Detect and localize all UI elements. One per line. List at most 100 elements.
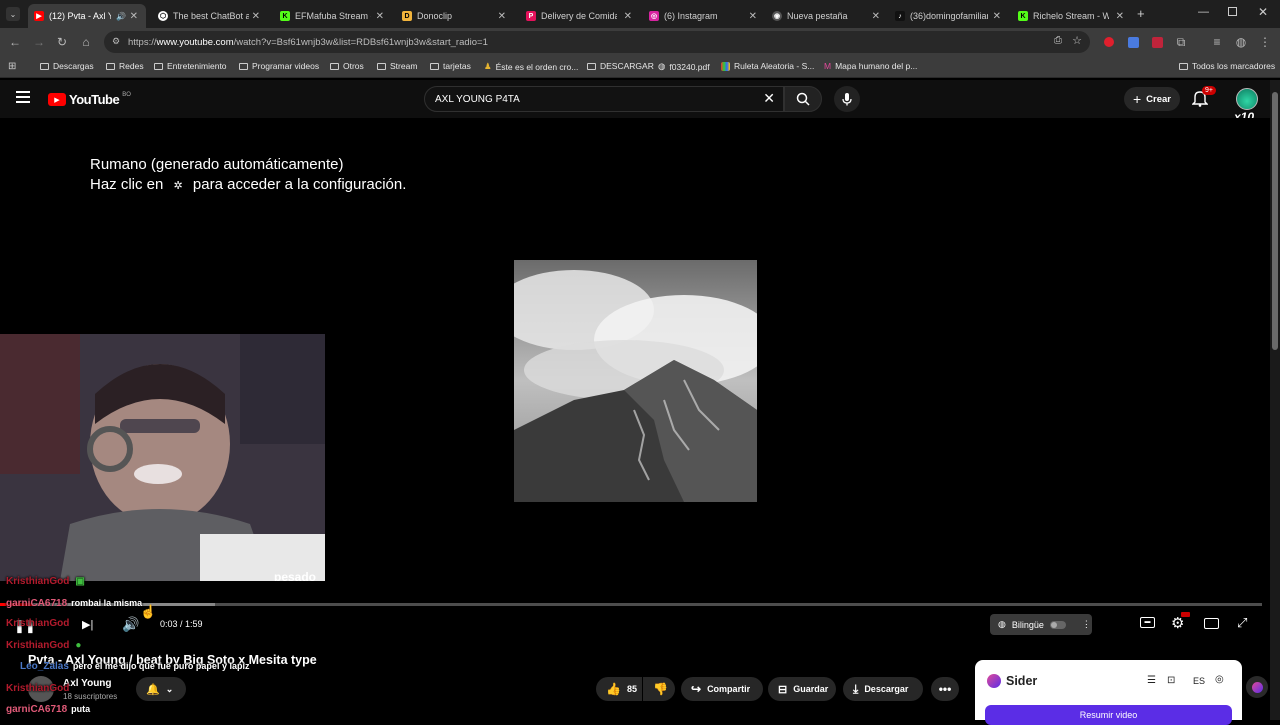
pedidosya-favicon-icon: P — [526, 11, 536, 21]
create-button[interactable]: + Crear — [1124, 87, 1180, 111]
tab-chatbot[interactable]: ⬡ The best ChatBot and ✕ — [152, 4, 268, 28]
close-tab-icon[interactable]: ✕ — [872, 11, 880, 22]
speaker-icon[interactable]: 🔊 — [116, 12, 126, 21]
bookmark-label: Otros — [343, 61, 364, 71]
bookmark-star-icon[interactable]: ☆ — [1072, 34, 1082, 47]
extensions-puzzle-icon[interactable]: ⧉ — [1172, 33, 1190, 51]
scrollbar-thumb[interactable] — [1272, 92, 1278, 350]
chat-message: KristhianGod — [6, 618, 69, 629]
search-input[interactable]: AXL YOUNG P4TA ✕ — [424, 86, 784, 112]
next-button[interactable]: ▶| — [82, 618, 93, 631]
tab-instagram[interactable]: ◎ (6) Instagram ✕ — [643, 4, 765, 28]
dislike-button[interactable]: 👎 — [643, 677, 675, 701]
guide-menu-icon[interactable] — [16, 91, 30, 103]
site-info-icon[interactable]: ⚙ — [112, 36, 120, 47]
page-scrollbar[interactable] — [1270, 80, 1280, 720]
apps-grid-icon[interactable]: ⊞ — [8, 61, 16, 72]
save-button[interactable]: ⊟ Guardar — [768, 677, 836, 701]
tab-kick-efmafuba[interactable]: K EFMafuba Stream - W ✕ — [274, 4, 392, 28]
progress-bar[interactable] — [0, 603, 1262, 606]
voice-search-button[interactable] — [834, 86, 860, 112]
close-tab-icon[interactable]: ✕ — [130, 11, 138, 22]
close-tab-icon[interactable]: ✕ — [1116, 11, 1124, 22]
settings-gear-icon: ✲ — [173, 180, 183, 192]
thumbs-down-icon: 👎 — [653, 682, 668, 696]
like-button[interactable]: 👍 85 — [596, 677, 642, 701]
install-app-icon[interactable]: ⎙ — [1054, 35, 1062, 46]
bookmark-programar-videos[interactable]: Programar videos — [239, 61, 319, 71]
list-view-icon[interactable]: ☰ — [1147, 675, 1156, 686]
bookmark-ruleta[interactable]: Ruleta Aleatoria - S... — [721, 61, 814, 71]
tab-delivery[interactable]: P Delivery de Comida G ✕ — [520, 4, 640, 28]
country-code: BO — [122, 92, 131, 98]
tab-tiktok[interactable]: ♪ (36)domingofamiliar ✕ — [889, 4, 1009, 28]
fullscreen-icon[interactable]: ⤢ — [1237, 615, 1247, 631]
extension-grid-icon[interactable] — [1148, 33, 1166, 51]
bookmark-otros[interactable]: Otros — [330, 61, 364, 71]
bookmark-redes[interactable]: Redes — [106, 61, 144, 71]
close-tab-icon[interactable]: ✕ — [252, 11, 260, 22]
bilingual-toggle[interactable]: ◍ Bilingüe ⋮ — [990, 614, 1092, 635]
tab-new-tab[interactable]: ◉ Nueva pestaña ✕ — [766, 4, 888, 28]
miniplayer-button[interactable] — [1204, 618, 1219, 629]
minimize-icon[interactable]: — — [1198, 6, 1209, 18]
summarize-video-button[interactable]: Resumir video — [985, 705, 1232, 725]
bookmark-tarjetas[interactable]: tarjetas — [430, 61, 471, 71]
browser-menu-icon[interactable]: ⋮ — [1256, 33, 1274, 51]
close-tab-icon[interactable]: ✕ — [624, 11, 632, 22]
chat-message: garniCA6718 puta — [6, 704, 90, 715]
channel-name[interactable]: Axl Young — [63, 678, 112, 689]
bookmark-descargar[interactable]: DESCARGAR — [587, 61, 654, 71]
bookmark-descargas[interactable]: Descargas — [40, 61, 94, 71]
download-button[interactable]: ⤓ Descargar — [843, 677, 923, 701]
bookmark-orden-cronologico[interactable]: ♟ Éste es el orden cro... — [484, 61, 578, 72]
language-selector[interactable]: ES — [1193, 676, 1205, 686]
more-actions-button[interactable]: ••• — [931, 677, 959, 701]
chat-username: KristhianGod — [6, 576, 70, 587]
profile-icon[interactable]: ◍ — [1232, 33, 1250, 51]
new-tab-icon[interactable]: + — [1137, 6, 1145, 21]
close-window-icon[interactable]: ✕ — [1258, 5, 1268, 19]
share-button[interactable]: ↪ Compartir — [681, 677, 763, 701]
toggle-switch[interactable] — [1049, 620, 1066, 629]
back-icon[interactable]: ← — [6, 33, 24, 51]
close-tab-icon[interactable]: ✕ — [749, 11, 757, 22]
sider-logo-icon — [987, 674, 1001, 688]
youtube-logo[interactable]: ▶ YouTube BO — [48, 92, 131, 107]
screenshot-icon[interactable]: ⊡ — [1167, 675, 1175, 686]
close-tab-icon[interactable]: ✕ — [376, 11, 384, 22]
bookmark-mapa-humano[interactable]: M Mapa humano del p... — [824, 61, 917, 71]
subscribed-button[interactable]: 🔔 ⌄ — [136, 677, 186, 701]
subtitles-button[interactable]: ▬ — [1140, 617, 1155, 628]
all-bookmarks[interactable]: Todos los marcadores — [1179, 61, 1275, 71]
chat-username: KristhianGod — [6, 618, 70, 629]
close-tab-icon[interactable]: ✕ — [498, 11, 506, 22]
search-button[interactable] — [784, 86, 822, 112]
volume-icon[interactable]: 🔊 — [122, 616, 139, 633]
tab-kick-richelo[interactable]: K Richelo Stream - Wat ✕ — [1012, 4, 1132, 28]
translate-extension-icon[interactable] — [1124, 33, 1142, 51]
bookmark-pdf[interactable]: ◍ f03240.pdf — [658, 61, 710, 72]
reload-icon[interactable]: ↻ — [53, 33, 71, 51]
tab-title: Delivery de Comida G — [541, 11, 617, 21]
sider-settings-icon[interactable]: ◎ — [1215, 674, 1224, 685]
bookmark-label: f03240.pdf — [669, 61, 710, 72]
sider-floating-icon[interactable] — [1246, 676, 1268, 698]
more-options-icon[interactable]: ⋮ — [1082, 619, 1091, 630]
bookmark-entretenimiento[interactable]: Entretenimiento — [154, 61, 227, 71]
restore-icon[interactable] — [1228, 7, 1237, 16]
extension-red-icon[interactable] — [1100, 33, 1118, 51]
url-prefix: https:// — [128, 36, 157, 48]
settings-gear-icon[interactable]: ⚙ — [1171, 612, 1190, 632]
notifications-button[interactable]: 9+ — [1191, 86, 1216, 110]
bookmark-stream[interactable]: Stream — [377, 61, 417, 71]
reading-list-icon[interactable]: ≡ — [1208, 33, 1226, 51]
tab-youtube[interactable]: ▶ (12) Pvta - Axl Yo 🔊 ✕ — [28, 4, 146, 28]
close-tab-icon[interactable]: ✕ — [993, 11, 1001, 22]
clear-search-icon[interactable]: ✕ — [763, 90, 775, 107]
home-icon[interactable]: ⌂ — [77, 33, 95, 51]
tab-list-dropdown-icon[interactable]: ⌄ — [6, 7, 20, 21]
forward-icon[interactable]: → — [30, 33, 48, 51]
address-bar[interactable]: ⚙ https://www.youtube.com/watch?v=Bsf61w… — [104, 31, 1090, 53]
tab-donoclip[interactable]: D Donoclip ✕ — [396, 4, 514, 28]
